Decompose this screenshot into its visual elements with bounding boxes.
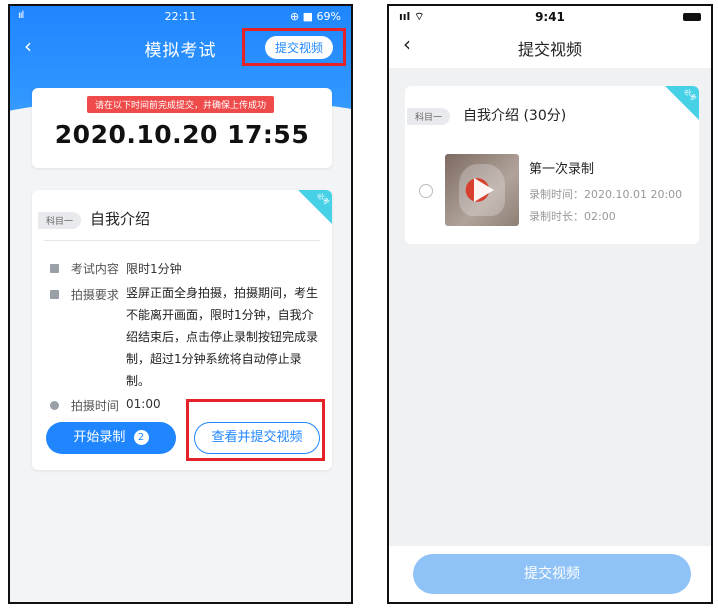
bottom-bar: 提交视频 [389,546,711,602]
shoot-time-row: 拍摄时间 01:00 [50,397,161,414]
exam-content-row: 考试内容 限时1分钟 [50,260,182,277]
requirement-text: 竖屏正面全身拍摄，拍摄期间，考生不能离开画面，限时1分钟，自我介绍结束后，点击停… [126,286,319,388]
subject-name: 自我介绍 (30分) [463,108,567,124]
attempts-badge: 2 [133,430,149,445]
record-duration: 录制时长：02:00 [529,210,616,223]
page-title: 提交视频 [517,40,582,59]
left-phone-screen: ııl 22:11 ⊕ ■ 69% ‹ 模拟考试 提交视频 请在以下时间前完成提… [8,4,353,604]
subject-name: 自我介绍 [90,210,151,228]
deadline-value: 2020.10.20 17:55 [54,120,310,149]
right-phone-screen: ııl ⌔ 9:41 ‹ 提交视频 必考 科目一 自我介绍 (30分) 第一次录… [387,4,713,604]
exam-content-label: 考试内容 [70,262,119,276]
top-bar: ııl ⌔ 9:41 ‹ 提交视频 [389,6,711,68]
status-bar: ııl ⌔ 9:41 [389,6,711,26]
shoot-time-value: 01:00 [126,397,161,411]
requirement-row: 拍摄要求 [50,286,119,303]
record-title: 第一次录制 [529,162,595,177]
video-card: 必考 科目一 自我介绍 (30分) 第一次录制 录制时间：2020.10.01 … [405,86,699,244]
clock-icon [50,401,59,410]
highlight-box-submit [242,28,346,66]
exam-content-value: 限时1分钟 [126,262,182,276]
status-bar: ııl 22:11 ⊕ ■ 69% [10,6,351,26]
submit-video-button[interactable]: 提交视频 [413,554,691,594]
start-recording-button[interactable]: 开始录制 2 [46,422,176,454]
subject-tag: 科目一 [407,108,451,125]
record-time: 录制时间：2020.10.01 20:00 [529,188,683,201]
document-icon [50,264,59,273]
battery-icon: ⊕ ■ 69% [289,10,341,23]
play-icon[interactable] [474,178,494,202]
camera-icon [50,290,59,299]
video-thumbnail[interactable] [445,154,519,226]
shoot-time-label: 拍摄时间 [70,399,119,413]
start-recording-label: 开始录制 [73,430,126,445]
subject-tag: 科目一 [38,212,82,229]
deadline-card: 请在以下时间前完成提交，并确保上传成功 2020.10.20 17:55 [32,88,332,168]
battery-icon [683,13,701,21]
divider [44,240,320,241]
status-time: 9:41 [535,10,565,24]
highlight-box-view [186,399,325,461]
deadline-notice: 请在以下时间前完成提交，并确保上传成功 [87,96,275,113]
select-radio[interactable] [419,184,433,198]
requirement-label: 拍摄要求 [70,288,119,302]
